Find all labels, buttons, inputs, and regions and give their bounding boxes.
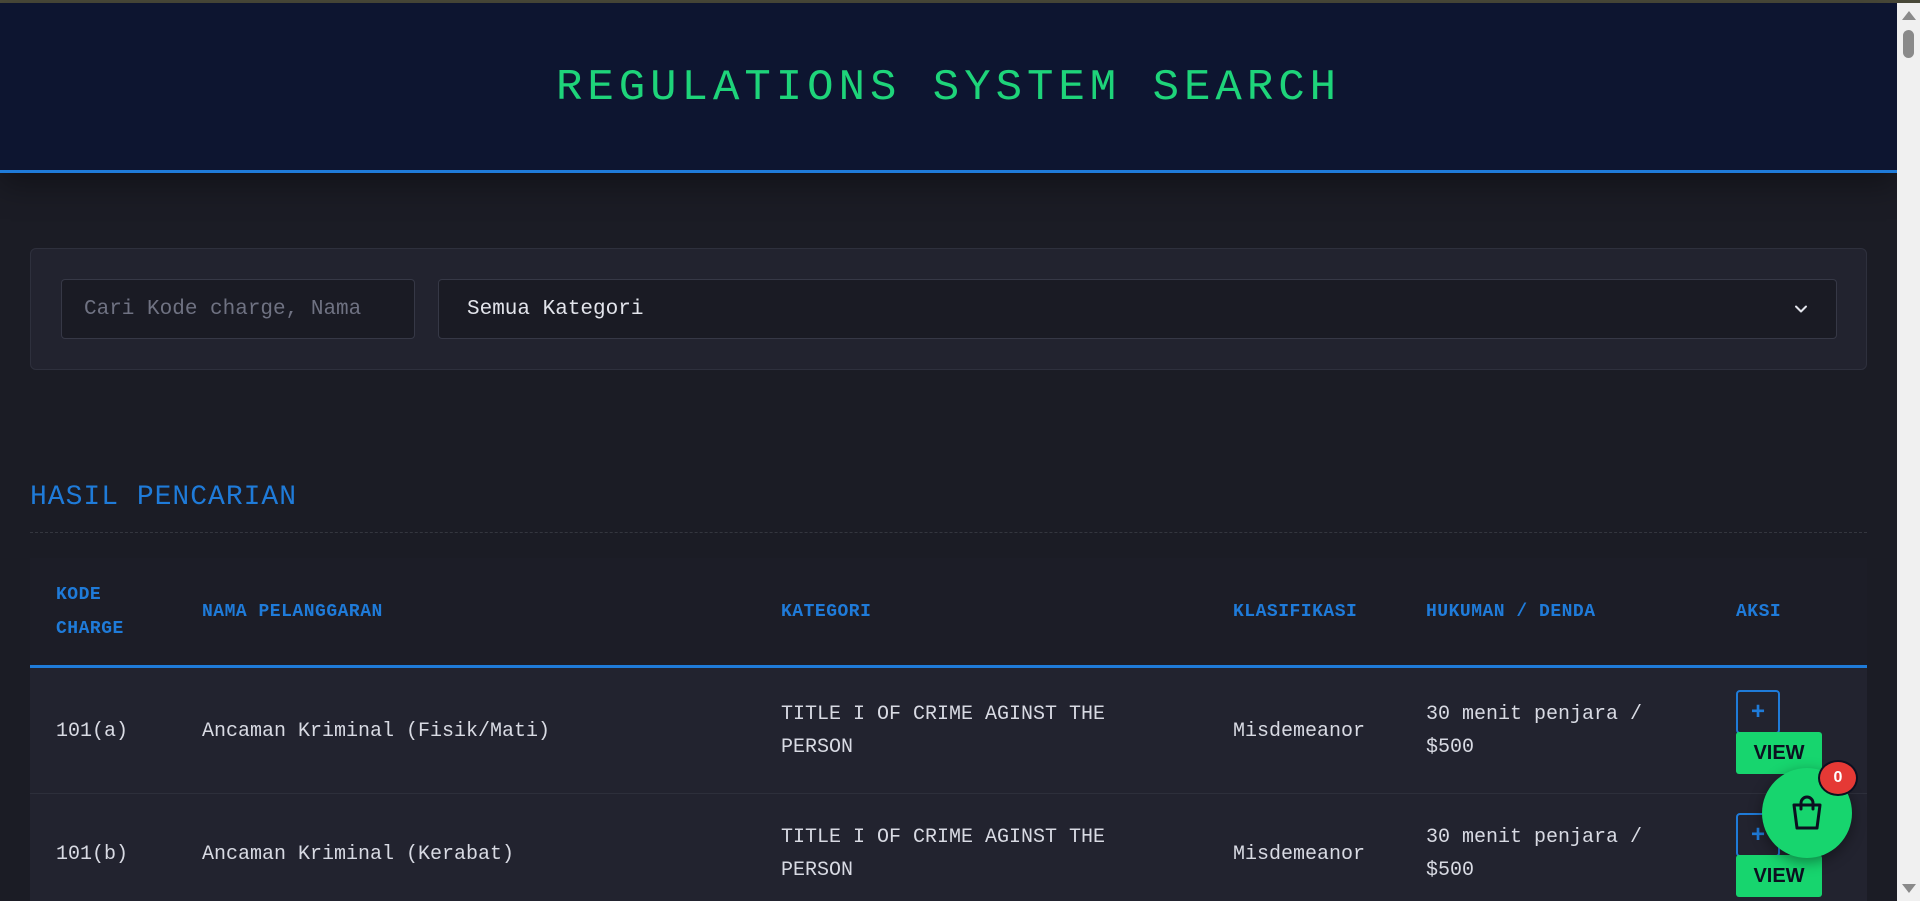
cell-kategori: TITLE I OF CRIME AGINST THE PERSON [781, 703, 1106, 759]
column-header-kode: KODE CHARGE [56, 585, 124, 639]
cell-kategori: TITLE I OF CRIME AGINST THE PERSON [781, 826, 1106, 882]
search-input[interactable] [61, 279, 415, 339]
column-header-hukuman: HUKUMAN / DENDA [1426, 602, 1596, 622]
page-header: REGULATIONS SYSTEM SEARCH [0, 3, 1897, 173]
scroll-down-arrow-icon[interactable] [1902, 884, 1916, 893]
scroll-thumb[interactable] [1903, 30, 1914, 58]
results-divider [30, 532, 1867, 533]
table-row: 101(b) Ancaman Kriminal (Kerabat) TITLE … [30, 794, 1867, 901]
category-select-value: Semua Kategori [467, 297, 644, 321]
add-to-cart-button[interactable]: + [1736, 690, 1780, 734]
chevron-down-icon [1795, 305, 1807, 313]
cell-kode: 101(a) [56, 720, 129, 743]
column-header-aksi: AKSI [1736, 602, 1782, 622]
scroll-up-arrow-icon[interactable] [1902, 11, 1916, 20]
cell-nama: Ancaman Kriminal (Fisik/Mati) [202, 720, 551, 743]
category-select[interactable]: Semua Kategori [438, 279, 1837, 339]
column-header-klasifikasi: KLASIFIKASI [1233, 602, 1358, 622]
shopping-bag-icon [1792, 795, 1822, 830]
cell-nama: Ancaman Kriminal (Kerabat) [202, 843, 515, 866]
page-title: REGULATIONS SYSTEM SEARCH [555, 63, 1342, 113]
view-button[interactable]: VIEW [1736, 855, 1822, 897]
results-table: KODE CHARGE NAMA PELANGGARAN KATEGORI KL… [30, 558, 1867, 901]
cell-hukuman: 30 menit penjara / $500 [1426, 703, 1643, 759]
table-row: 101(a) Ancaman Kriminal (Fisik/Mati) TIT… [30, 671, 1867, 794]
search-panel: Semua Kategori [30, 248, 1867, 370]
cell-kode: 101(b) [56, 843, 129, 866]
cart-count-badge: 0 [1818, 760, 1858, 796]
results-title: HASIL PENCARIAN [30, 482, 298, 513]
cell-klasifikasi: Misdemeanor [1233, 843, 1366, 866]
cell-hukuman: 30 menit penjara / $500 [1426, 826, 1643, 882]
vertical-scrollbar[interactable] [1897, 3, 1920, 901]
column-header-nama: NAMA PELANGGARAN [202, 602, 383, 622]
column-header-kategori: KATEGORI [781, 602, 872, 622]
cell-klasifikasi: Misdemeanor [1233, 720, 1366, 743]
table-header: KODE CHARGE NAMA PELANGGARAN KATEGORI KL… [30, 558, 1867, 668]
